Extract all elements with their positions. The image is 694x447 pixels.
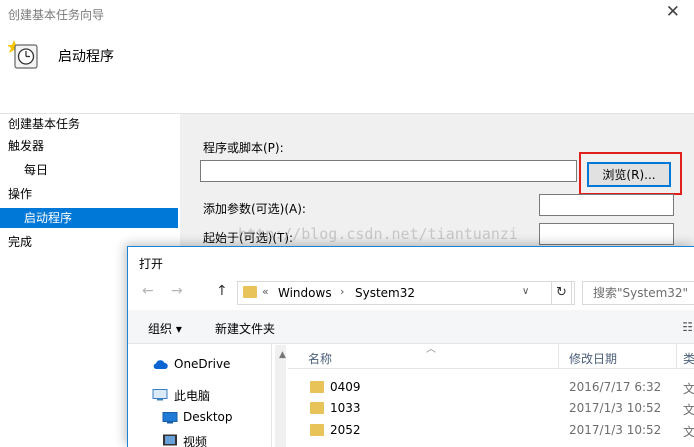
nav-step-action[interactable]: 操作 bbox=[0, 184, 178, 204]
breadcrumb-separator[interactable]: › bbox=[340, 285, 344, 298]
program-script-input[interactable] bbox=[200, 160, 577, 182]
wizard-titlebar: 创建基本任务向导 ✕ bbox=[0, 0, 694, 28]
folder-icon bbox=[310, 381, 324, 393]
video-icon bbox=[163, 434, 177, 446]
column-separator[interactable] bbox=[676, 344, 677, 369]
nav-step-create-basic-task[interactable]: 创建基本任务 bbox=[0, 114, 178, 134]
address-dropdown-icon[interactable]: ∨ bbox=[522, 286, 529, 297]
file-type: 文 bbox=[683, 403, 694, 417]
navigation-pane: OneDrive 此电脑 Desktop 视频 bbox=[128, 344, 272, 447]
add-arguments-label: 添加参数(可选)(A): bbox=[203, 202, 306, 216]
dialog-title: 打开 bbox=[139, 257, 164, 271]
file-row[interactable]: 0409 2016/7/17 6:32 文 bbox=[288, 377, 694, 398]
file-name: 1033 bbox=[330, 401, 361, 415]
breadcrumb-windows[interactable]: Windows bbox=[278, 286, 332, 300]
wizard-window-title: 创建基本任务向导 bbox=[8, 8, 105, 22]
cloud-icon bbox=[153, 360, 168, 369]
refresh-button[interactable]: ↻ bbox=[551, 281, 572, 305]
start-in-label: 起始于(可选)(T): bbox=[203, 231, 294, 245]
up-button[interactable]: ↑ bbox=[216, 283, 228, 299]
dialog-titlebar: 打开 bbox=[128, 247, 694, 278]
start-in-input[interactable] bbox=[539, 223, 674, 245]
sort-ascending-icon: ︿ bbox=[426, 344, 436, 355]
folder-icon bbox=[243, 286, 257, 298]
new-folder-button[interactable]: 新建文件夹 bbox=[215, 320, 275, 337]
file-date: 2016/7/17 6:32 bbox=[569, 380, 662, 394]
file-row[interactable]: 2052 2017/1/3 10:52 文 bbox=[288, 420, 694, 441]
scroll-up-icon[interactable]: ▲ bbox=[279, 350, 286, 360]
column-header-name[interactable]: 名称 bbox=[308, 350, 332, 367]
file-list-header: ︿ 名称 修改日期 类 bbox=[288, 344, 694, 369]
navigation-scrollbar[interactable] bbox=[275, 345, 286, 447]
nav-step-trigger[interactable]: 触发器 bbox=[0, 136, 178, 156]
nav-step-start-program[interactable]: 启动程序 bbox=[0, 208, 178, 228]
search-input[interactable]: 搜索"System32" bbox=[582, 281, 694, 305]
file-date: 2017/1/3 10:52 bbox=[569, 423, 662, 437]
tree-item-this-pc[interactable]: 此电脑 bbox=[174, 387, 210, 404]
desktop-icon bbox=[162, 412, 178, 424]
computer-icon bbox=[152, 389, 168, 401]
task-scheduler-icon bbox=[8, 40, 38, 69]
nav-step-daily[interactable]: 每日 bbox=[0, 160, 178, 180]
file-row[interactable]: 1033 2017/1/3 10:52 文 bbox=[288, 398, 694, 419]
wizard-heading: 启动程序 bbox=[58, 49, 114, 65]
view-options-icon[interactable]: ☷ bbox=[682, 320, 693, 334]
folder-icon bbox=[310, 424, 324, 436]
folder-icon bbox=[310, 402, 324, 414]
browse-button[interactable]: 浏览(R)... bbox=[587, 162, 671, 187]
forward-button[interactable]: → bbox=[171, 283, 183, 299]
program-script-label: 程序或脚本(P): bbox=[203, 141, 284, 155]
file-name: 2052 bbox=[330, 423, 361, 437]
file-date: 2017/1/3 10:52 bbox=[569, 401, 662, 415]
back-button[interactable]: ← bbox=[142, 283, 154, 299]
wizard-header: 启动程序 bbox=[0, 28, 694, 114]
open-file-dialog: 打开 ← → ↑ « Windows › System32 ∨ ↻ 搜索"Sys… bbox=[127, 246, 694, 447]
breadcrumb-overflow[interactable]: « bbox=[262, 285, 269, 298]
column-separator[interactable] bbox=[558, 344, 559, 369]
tree-item-desktop[interactable]: Desktop bbox=[183, 410, 233, 424]
tree-item-onedrive[interactable]: OneDrive bbox=[174, 357, 230, 371]
column-header-type[interactable]: 类 bbox=[683, 350, 694, 367]
wizard-close-button[interactable]: ✕ bbox=[666, 2, 680, 22]
breadcrumb-system32[interactable]: System32 bbox=[355, 286, 415, 300]
dialog-toolbar: 组织 ▾ 新建文件夹 ☷ bbox=[128, 310, 694, 344]
file-type: 文 bbox=[683, 425, 694, 439]
file-type: 文 bbox=[683, 382, 694, 396]
file-name: 0409 bbox=[330, 380, 361, 394]
organize-button[interactable]: 组织 ▾ bbox=[148, 320, 182, 337]
column-header-date[interactable]: 修改日期 bbox=[569, 350, 617, 367]
tree-item-videos[interactable]: 视频 bbox=[183, 433, 207, 447]
address-bar[interactable]: « Windows › System32 ∨ bbox=[237, 281, 575, 305]
add-arguments-input[interactable] bbox=[539, 194, 674, 216]
